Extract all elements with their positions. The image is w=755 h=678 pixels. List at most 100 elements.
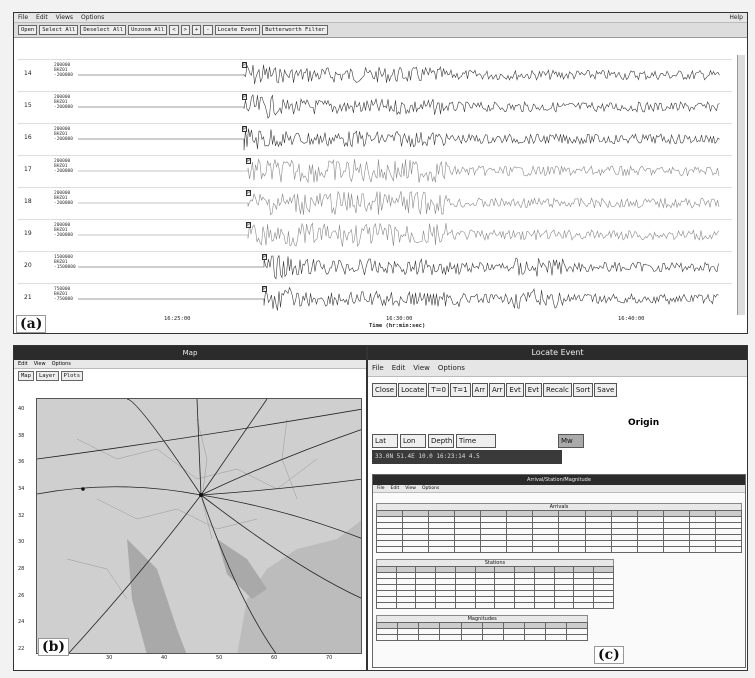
tab-map[interactable]: Map bbox=[18, 371, 34, 381]
sub-menu-edit[interactable]: Edit bbox=[391, 486, 400, 491]
table-cell[interactable] bbox=[662, 546, 690, 553]
table-cell[interactable] bbox=[474, 602, 496, 609]
t0-button[interactable]: T=0 bbox=[428, 383, 449, 397]
table-cell[interactable] bbox=[454, 546, 482, 553]
le-menu-file[interactable]: File bbox=[372, 364, 384, 372]
map-menu-edit[interactable]: Edit bbox=[18, 361, 28, 367]
table-cell[interactable] bbox=[573, 602, 595, 609]
unzoom-all-button[interactable]: Unzoom All bbox=[128, 25, 168, 35]
arrivals-table[interactable] bbox=[375, 510, 743, 553]
phase-pick-marker[interactable]: P bbox=[262, 254, 267, 260]
vertical-scrollbar[interactable] bbox=[737, 55, 745, 315]
table-cell[interactable] bbox=[553, 602, 575, 609]
table-cell[interactable] bbox=[397, 634, 420, 641]
menu-help[interactable]: Help bbox=[729, 14, 743, 21]
trace-area[interactable]: 14 200000 BHZ01 -200000 P 15 200000 BHZ01 -20000… bbox=[18, 55, 732, 315]
table-cell[interactable] bbox=[514, 602, 535, 609]
table-cell[interactable] bbox=[480, 546, 508, 553]
table-cell[interactable] bbox=[584, 546, 612, 553]
trace-row[interactable]: 18 200000 BHZ01 -200000 P bbox=[18, 187, 732, 217]
arr-button-2[interactable]: Arr bbox=[488, 383, 506, 397]
arr-button-1[interactable]: Arr bbox=[471, 383, 488, 397]
table-cell[interactable] bbox=[454, 602, 476, 609]
magnitudes-table[interactable] bbox=[375, 622, 589, 641]
save-button[interactable]: Save bbox=[594, 383, 618, 397]
phase-pick-marker[interactable]: P bbox=[246, 222, 251, 228]
zoom-out-button[interactable]: - bbox=[203, 25, 213, 35]
table-cell[interactable] bbox=[533, 602, 555, 609]
evt-button-1[interactable]: Evt bbox=[506, 383, 524, 397]
phase-pick-marker[interactable]: P bbox=[246, 158, 251, 164]
table-cell[interactable] bbox=[402, 546, 430, 553]
table-row[interactable] bbox=[375, 546, 743, 553]
table-cell[interactable] bbox=[375, 634, 399, 641]
butterworth-filter-button[interactable]: Butterworth Filter bbox=[262, 25, 328, 35]
trace-row[interactable]: 14 200000 BHZ01 -200000 P bbox=[18, 59, 732, 89]
phase-pick-marker[interactable]: P bbox=[242, 94, 247, 100]
table-cell[interactable] bbox=[481, 634, 504, 641]
table-cell[interactable] bbox=[688, 546, 716, 553]
close-button[interactable]: Close bbox=[372, 383, 398, 397]
scroll-right-button[interactable]: > bbox=[180, 25, 190, 35]
map-canvas[interactable] bbox=[36, 398, 362, 654]
trace-row[interactable]: 15 200000 BHZ01 -200000 P bbox=[18, 91, 732, 121]
stations-table[interactable] bbox=[376, 566, 614, 609]
table-cell[interactable] bbox=[502, 634, 525, 641]
trace-row[interactable]: 17 200000 BHZ01 -200000 P bbox=[18, 155, 732, 185]
trace-row[interactable]: 21 750000 BHZ01 -750000 P bbox=[18, 283, 732, 313]
table-cell[interactable] bbox=[415, 602, 437, 609]
scroll-left-button[interactable]: < bbox=[169, 25, 179, 35]
zoom-in-button[interactable]: + bbox=[191, 25, 202, 35]
le-menu-options[interactable]: Options bbox=[438, 364, 465, 372]
table-cell[interactable] bbox=[506, 546, 534, 553]
table-cell[interactable] bbox=[566, 634, 589, 641]
menu-views[interactable]: Views bbox=[56, 14, 73, 21]
table-cell[interactable] bbox=[593, 602, 614, 609]
le-menu-edit[interactable]: Edit bbox=[392, 364, 406, 372]
menu-file[interactable]: File bbox=[18, 14, 28, 21]
table-cell[interactable] bbox=[435, 602, 456, 609]
map-menu-options[interactable]: Options bbox=[52, 361, 71, 367]
locate-event-button[interactable]: Locate Event bbox=[214, 25, 261, 35]
map-menu-view[interactable]: View bbox=[34, 361, 46, 367]
open-button[interactable]: Open bbox=[18, 25, 38, 35]
le-menu-view[interactable]: View bbox=[413, 364, 430, 372]
phase-pick-marker[interactable]: P bbox=[262, 286, 267, 292]
phase-pick-marker[interactable]: P bbox=[242, 62, 247, 68]
select-all-button[interactable]: Select All bbox=[39, 25, 79, 35]
trace-row[interactable]: 20 1500000 BHZ01 -1500000 P bbox=[18, 251, 732, 281]
table-cell[interactable] bbox=[376, 602, 397, 609]
phase-pick-marker[interactable]: P bbox=[242, 126, 247, 132]
trace-row[interactable]: 19 200000 BHZ01 -200000 P bbox=[18, 219, 732, 249]
evt-button-2[interactable]: Evt bbox=[524, 383, 543, 397]
trace-row[interactable]: 16 200000 BHZ01 -200000 P bbox=[18, 123, 732, 153]
sub-menu-options[interactable]: Options bbox=[422, 486, 439, 491]
deselect-all-button[interactable]: Deselect All bbox=[80, 25, 127, 35]
table-cell[interactable] bbox=[494, 602, 516, 609]
table-cell[interactable] bbox=[610, 546, 638, 553]
table-cell[interactable] bbox=[460, 634, 483, 641]
table-cell[interactable] bbox=[544, 634, 568, 641]
table-cell[interactable] bbox=[439, 634, 462, 641]
table-cell[interactable] bbox=[714, 546, 743, 553]
menu-options[interactable]: Options bbox=[81, 14, 104, 21]
table-cell[interactable] bbox=[418, 634, 441, 641]
locate-button[interactable]: Locate bbox=[398, 383, 428, 397]
table-cell[interactable] bbox=[558, 546, 586, 553]
table-cell[interactable] bbox=[523, 634, 547, 641]
sort-button[interactable]: Sort bbox=[572, 383, 594, 397]
table-cell[interactable] bbox=[395, 602, 417, 609]
t1-button[interactable]: T=1 bbox=[449, 383, 471, 397]
recalc-button[interactable]: Recalc bbox=[543, 383, 572, 397]
table-row[interactable] bbox=[375, 634, 589, 641]
table-cell[interactable] bbox=[532, 546, 560, 553]
table-cell[interactable] bbox=[428, 546, 456, 553]
origin-values-row[interactable]: 33.0N 51.4E 10.0 16:23:14 4.5 bbox=[372, 450, 562, 464]
tab-plots[interactable]: Plots bbox=[60, 371, 84, 381]
table-row[interactable] bbox=[376, 602, 614, 609]
sub-menu-file[interactable]: File bbox=[377, 486, 385, 491]
phase-pick-marker[interactable]: P bbox=[246, 190, 251, 196]
sub-menu-view[interactable]: View bbox=[405, 486, 416, 491]
menu-edit[interactable]: Edit bbox=[36, 14, 48, 21]
table-cell[interactable] bbox=[636, 546, 664, 553]
